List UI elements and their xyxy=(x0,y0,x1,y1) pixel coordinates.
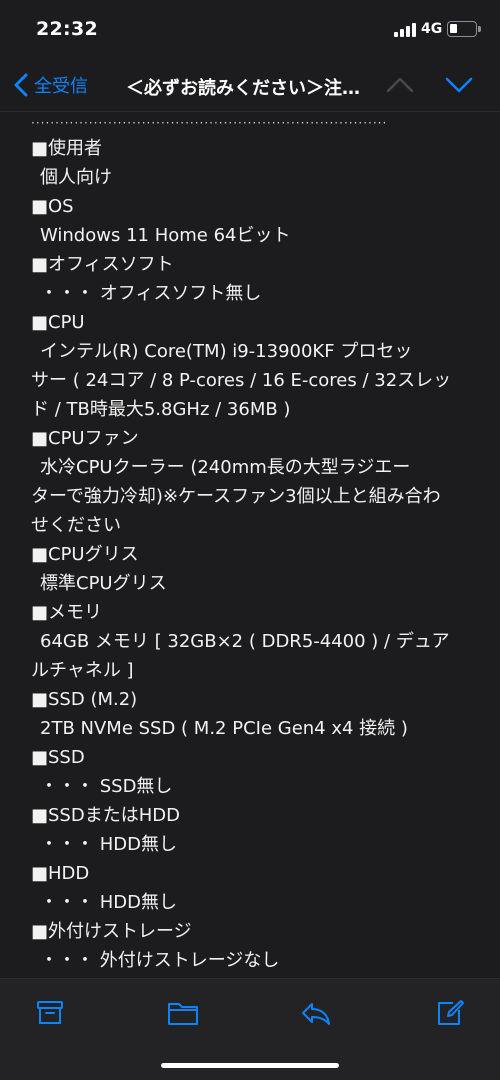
section-value: ・・・ SSD無し xyxy=(40,776,173,797)
section-heading: ■CPUグリス xyxy=(31,544,139,565)
section-heading: ■OS xyxy=(31,196,74,217)
section-value: 水冷CPUクーラー (240mm長の大型ラジエー xyxy=(40,457,411,478)
section-value: ド / TB時最大5.8GHz / 36MB ) xyxy=(31,399,291,420)
section-heading: ■メモリ xyxy=(31,602,103,623)
section-value: 64GB メモリ [ 32GB×2 ( DDR5-4400 ) / デュア xyxy=(40,631,450,652)
section-value: 2TB NVMe SSD ( M.2 PCIe Gen4 x4 接続 ) xyxy=(40,718,408,739)
section-value: ・・・ 外付けストレージなし xyxy=(40,950,280,971)
section-heading: ■SSD xyxy=(31,747,85,768)
archive-icon[interactable] xyxy=(36,999,64,1027)
message-body[interactable]: ········································… xyxy=(0,112,500,978)
section-value: ターで強力冷却)※ケースファン3個以上と組み合わ xyxy=(31,486,441,507)
compose-icon[interactable] xyxy=(435,999,465,1027)
section-value: 個人向け xyxy=(40,167,112,188)
section-value: ・・・ オフィスソフト無し xyxy=(40,283,262,304)
section-heading: ■使用者 xyxy=(31,138,103,159)
reply-icon[interactable] xyxy=(300,999,332,1027)
section-value: Windows 11 Home 64ビット xyxy=(40,225,291,246)
signal-icon xyxy=(394,23,416,37)
battery-icon xyxy=(447,21,481,37)
chevron-left-icon xyxy=(14,73,28,97)
section-heading: ■CPUファン xyxy=(31,428,139,449)
status-bar: 22:32 4G xyxy=(0,0,500,60)
section-heading: ■SSD (M.2) xyxy=(31,689,138,710)
message-text: ■使用者個人向け ■OS Windows 11 Home 64ビット ■オフィスソフト… xyxy=(31,134,471,975)
folder-icon[interactable] xyxy=(167,999,199,1027)
network-type: 4G xyxy=(421,21,443,37)
nav-bar: 全受信 ＜必ずお読みください＞注… xyxy=(0,60,500,112)
section-value: せください xyxy=(31,515,121,536)
message-title: ＜必ずお読みください＞注… xyxy=(126,78,360,99)
home-indicator[interactable] xyxy=(161,1063,339,1068)
section-value: 標準CPUグリス xyxy=(40,573,167,594)
section-value: ルチャネル ] xyxy=(31,660,134,681)
status-time: 22:32 xyxy=(36,18,98,40)
section-value: インテル(R) Core(TM) i9-13900KF プロセッ xyxy=(40,341,413,362)
section-heading: ■CPU xyxy=(31,312,85,333)
section-heading: ■HDD xyxy=(31,863,90,884)
section-value: ・・・ HDD無し xyxy=(40,834,177,855)
section-value: サー ( 24コア / 8 P-cores / 16 E-cores / 32ス… xyxy=(31,370,452,391)
previous-message-icon[interactable] xyxy=(385,74,415,96)
section-heading: ■オフィスソフト xyxy=(31,254,174,275)
back-label: 全受信 xyxy=(34,76,88,97)
next-message-icon[interactable] xyxy=(444,74,474,96)
section-heading: ■SSDまたはHDD xyxy=(31,805,180,826)
separator-line: ········································… xyxy=(31,116,388,130)
back-button[interactable]: 全受信 xyxy=(14,72,88,98)
section-value: ・・・ HDD無し xyxy=(40,892,177,913)
section-heading: ■外付けストレージ xyxy=(31,921,192,942)
